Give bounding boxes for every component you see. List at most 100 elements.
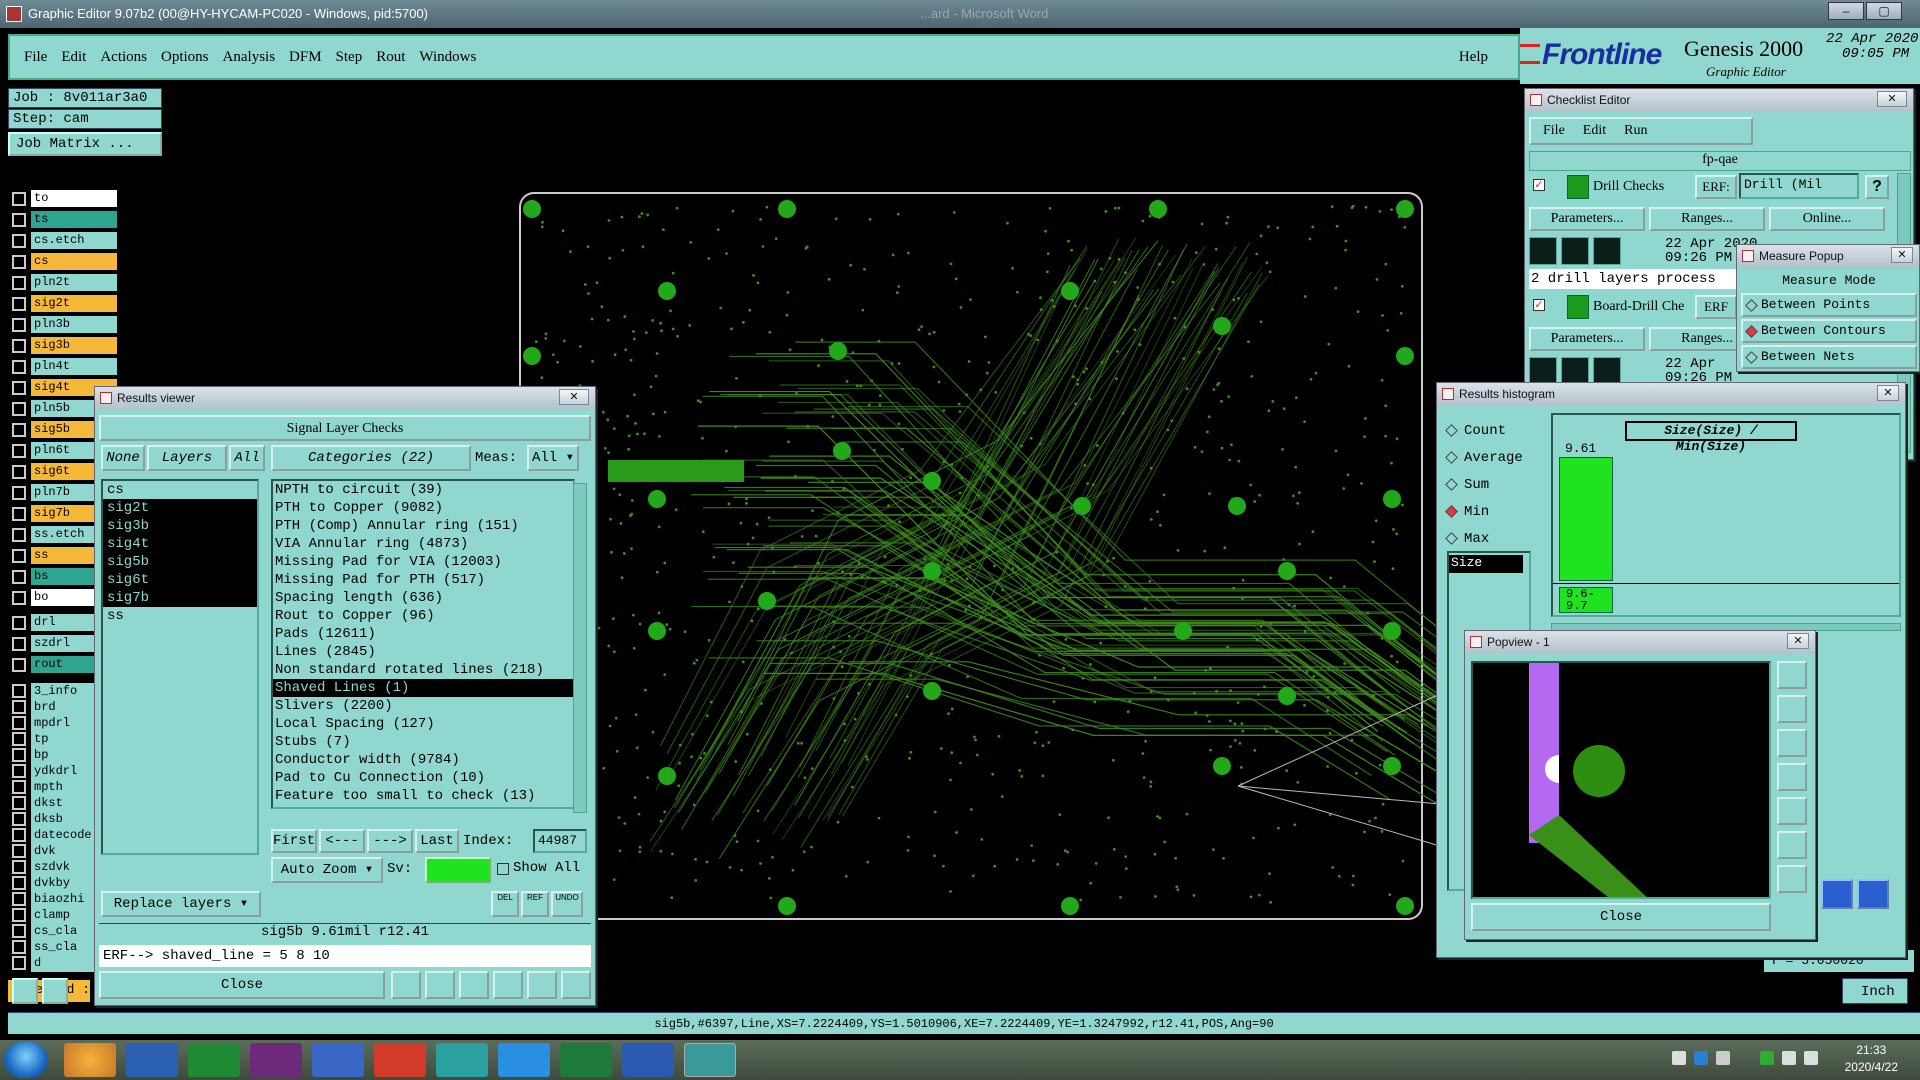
layer-checkbox[interactable]: [12, 191, 26, 206]
layer-checkbox[interactable]: [12, 940, 26, 954]
category-item[interactable]: PTH (Comp) Annular ring (151): [273, 517, 573, 535]
close-icon[interactable]: ✕: [1787, 633, 1809, 649]
aggregate-option[interactable]: Count: [1445, 417, 1537, 444]
notes-icon[interactable]: [527, 971, 557, 999]
aggregate-option[interactable]: Sum: [1445, 471, 1537, 498]
category-item[interactable]: PTH to Copper (9082): [273, 499, 573, 517]
zoom-out-icon[interactable]: [1857, 879, 1889, 909]
index-input[interactable]: 44987: [533, 829, 587, 853]
prev-button[interactable]: <---: [319, 829, 365, 853]
layer-row[interactable]: sig2t: [12, 293, 136, 314]
check1-erf-value[interactable]: Drill (Mil: [1739, 173, 1859, 199]
layer-checkbox[interactable]: [12, 764, 26, 778]
layer-checkbox[interactable]: [12, 569, 26, 584]
results-close-button[interactable]: Close: [99, 971, 385, 999]
check2-label[interactable]: Board-Drill Che: [1593, 299, 1684, 315]
layer-checkbox[interactable]: [12, 422, 26, 437]
word-app-icon[interactable]: [622, 1043, 674, 1077]
undo-button[interactable]: UNDO: [551, 891, 583, 917]
auto-zoom-dropdown[interactable]: Auto Zoom ▾: [271, 857, 383, 883]
select-tool-icon[interactable]: [12, 978, 38, 1004]
category-item[interactable]: Pad to Cu Connection (10): [273, 769, 573, 787]
aggregate-option[interactable]: Min: [1445, 498, 1537, 525]
run-icon[interactable]: [1593, 237, 1621, 265]
check2-checkbox[interactable]: ✓: [1533, 299, 1545, 311]
shell-app-icon[interactable]: [64, 1043, 116, 1077]
replace-layers-dropdown[interactable]: Replace layers ▾: [101, 891, 261, 917]
minimize-button[interactable]: –: [1828, 2, 1864, 20]
layer-name[interactable]: sig3b: [31, 337, 117, 354]
flag-icon[interactable]: [1760, 1051, 1774, 1065]
close-icon[interactable]: ✕: [559, 389, 589, 405]
exclude-icon[interactable]: [459, 971, 489, 999]
excel-app-icon[interactable]: [560, 1043, 612, 1077]
layer-checkbox[interactable]: [12, 732, 26, 746]
categories-list[interactable]: NPTH to circuit (39) PTH to Copper (9082)…: [271, 479, 575, 809]
layer-row[interactable]: sig3b: [12, 335, 136, 356]
check2-parameters-button[interactable]: Parameters...: [1529, 327, 1645, 351]
category-item[interactable]: NPTH to circuit (39): [273, 481, 573, 499]
results-layer-list[interactable]: cs sig2t sig3b sig4t sig5b sig6t sig7b ss: [101, 479, 259, 855]
layer-name[interactable]: pln4t: [31, 358, 117, 375]
category-item[interactable]: Non standard rotated lines (218): [273, 661, 573, 679]
last-button[interactable]: Last: [415, 829, 459, 853]
measure-tool-icon[interactable]: [42, 978, 68, 1004]
import-icon[interactable]: [1777, 763, 1807, 791]
layer-name[interactable]: pln3b: [31, 316, 117, 333]
close-icon[interactable]: ✕: [1891, 247, 1913, 263]
maximize-button[interactable]: ▢: [1866, 2, 1902, 20]
layer-checkbox[interactable]: [12, 828, 26, 842]
result-layer-item[interactable]: sig7b: [103, 589, 257, 607]
categories-scrollbar[interactable]: [573, 483, 587, 813]
result-layer-item[interactable]: sig5b: [103, 553, 257, 571]
check1-checkbox[interactable]: ✓: [1533, 179, 1545, 191]
layer-checkbox[interactable]: [12, 812, 26, 826]
show-all-checkbox[interactable]: [497, 863, 509, 875]
layer-row[interactable]: to: [12, 188, 136, 209]
measure-option[interactable]: Between Points: [1741, 293, 1917, 317]
save-view-icon[interactable]: [1777, 729, 1807, 757]
run-icon[interactable]: [1529, 357, 1557, 385]
layer-row[interactable]: cs.etch: [12, 230, 136, 251]
layer-checkbox[interactable]: [12, 527, 26, 542]
check1-online-button[interactable]: Online...: [1769, 207, 1885, 231]
x-app-icon[interactable]: [250, 1043, 302, 1077]
category-item[interactable]: Lines (2845): [273, 643, 573, 661]
layer-row[interactable]: cs: [12, 251, 136, 272]
menu-rout[interactable]: Rout: [376, 49, 405, 66]
volume-icon[interactable]: [1804, 1051, 1818, 1065]
run-icon[interactable]: [1561, 237, 1589, 265]
category-item[interactable]: Feature too small to check (13): [273, 787, 573, 805]
layer-checkbox[interactable]: [12, 506, 26, 521]
layer-row[interactable]: pln2t: [12, 272, 136, 293]
layer-checkbox[interactable]: [12, 780, 26, 794]
layer-checkbox[interactable]: [12, 590, 26, 605]
menu-file[interactable]: File: [24, 49, 47, 66]
wifi-icon[interactable]: [1782, 1051, 1796, 1065]
check1-label[interactable]: Drill Checks: [1593, 179, 1664, 195]
zoom-fit-icon[interactable]: [1777, 661, 1807, 689]
category-item[interactable]: Spacing length (636): [273, 589, 573, 607]
layer-checkbox[interactable]: [12, 359, 26, 374]
menu-options[interactable]: Options: [161, 49, 209, 66]
zoom-in-icon[interactable]: [1821, 879, 1853, 909]
layer-checkbox[interactable]: [12, 700, 26, 714]
fit-icon[interactable]: [1777, 865, 1807, 893]
menu-windows[interactable]: Windows: [419, 49, 476, 66]
layer-checkbox[interactable]: [12, 860, 26, 874]
layer-checkbox[interactable]: [12, 908, 26, 922]
result-layer-item[interactable]: sig6t: [103, 571, 257, 589]
layer-checkbox[interactable]: [12, 254, 26, 269]
layer-checkbox[interactable]: [12, 684, 26, 698]
layer-name[interactable]: to: [31, 190, 117, 207]
checklist-menu-file[interactable]: File: [1543, 123, 1565, 139]
popview-canvas[interactable]: [1471, 661, 1771, 899]
category-item[interactable]: Missing Pad for PTH (517): [273, 571, 573, 589]
run-icon[interactable]: [1529, 237, 1557, 265]
categories-button[interactable]: Categories (22): [271, 445, 471, 471]
layer-checkbox[interactable]: [12, 401, 26, 416]
messenger-app-icon[interactable]: [498, 1043, 550, 1077]
seg-none-button[interactable]: None: [101, 445, 145, 471]
notepad-app-icon[interactable]: [126, 1043, 178, 1077]
layer-checkbox[interactable]: [12, 615, 26, 630]
